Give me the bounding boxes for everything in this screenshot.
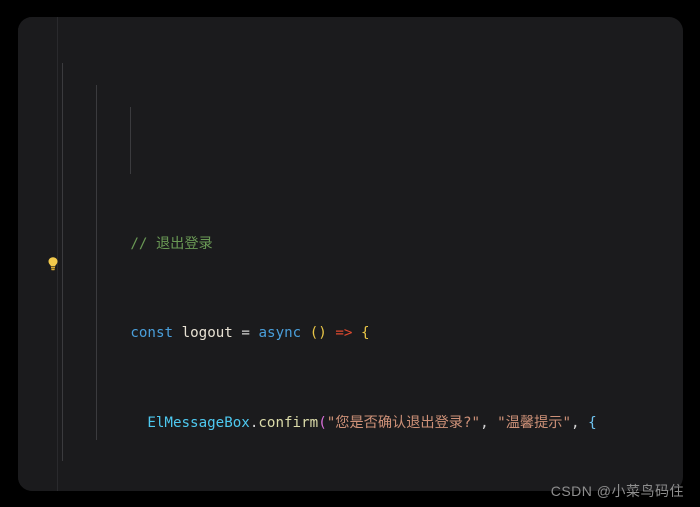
code-content[interactable]: // 退出登录 const logout = async () => { ElM… bbox=[58, 17, 683, 491]
token-operator-assign: = bbox=[241, 325, 259, 342]
token-keyword-const: const bbox=[130, 325, 174, 342]
screenshot-root: // 退出登录 const logout = async () => { ElM… bbox=[0, 0, 700, 507]
token-comma: , bbox=[571, 414, 589, 431]
token-brace-open: { bbox=[352, 325, 370, 342]
token-arrow: => bbox=[326, 325, 353, 342]
token-parens: () bbox=[301, 325, 327, 342]
token-method-confirm: confirm bbox=[258, 414, 319, 431]
code-editor-panel[interactable]: // 退出登录 const logout = async () => { ElM… bbox=[18, 17, 683, 491]
watermark: CSDN @小菜鸟码住 bbox=[550, 483, 684, 499]
indent-guide-3 bbox=[130, 107, 131, 174]
token-identifier-logout: logout bbox=[173, 325, 242, 342]
code-line: const logout = async () => { bbox=[58, 300, 683, 341]
code-line: // 退出登录 bbox=[58, 210, 683, 252]
token-keyword-async: async bbox=[258, 325, 302, 342]
token-comma: , bbox=[480, 414, 498, 431]
token-brace-open: { bbox=[588, 414, 597, 431]
token-comment: // 退出登录 bbox=[130, 235, 213, 252]
token-class-elmessagebox: ElMessageBox bbox=[147, 414, 250, 431]
editor-gutter[interactable] bbox=[18, 17, 58, 491]
token-paren-open: ( bbox=[318, 414, 327, 431]
code-line: ElMessageBox.confirm("您是否确认退出登录?", "温馨提示… bbox=[58, 389, 683, 431]
token-string-confirm-message: "您是否确认退出登录?" bbox=[326, 414, 481, 431]
token-string-title: "温馨提示" bbox=[497, 414, 571, 431]
